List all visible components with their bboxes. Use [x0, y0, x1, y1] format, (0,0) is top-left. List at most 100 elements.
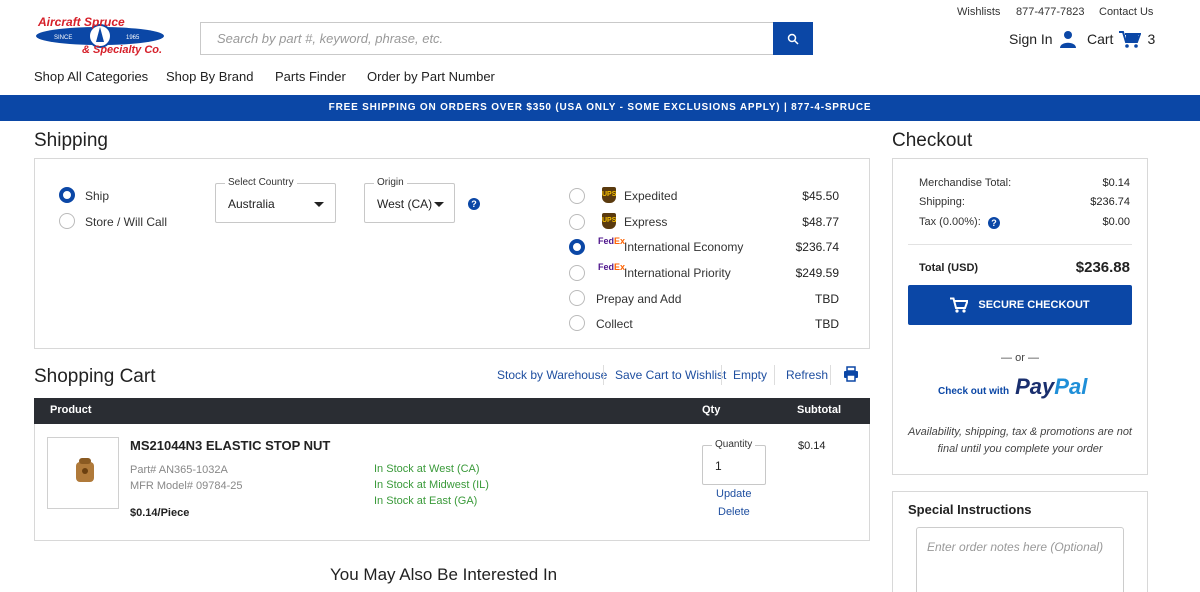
quantity-legend: Quantity	[712, 439, 756, 450]
method-name-intl-economy: International Economy	[624, 240, 744, 254]
product-image[interactable]	[47, 437, 119, 509]
item-subtotal: $0.14	[798, 440, 826, 452]
nav-parts-finder[interactable]: Parts Finder	[275, 69, 346, 84]
method-radio-intl-economy[interactable]	[569, 239, 585, 255]
country-legend: Select Country	[225, 177, 297, 188]
method-price-collect: TBD	[815, 317, 839, 331]
refresh-cart-link[interactable]: Refresh	[786, 368, 828, 382]
method-name-express: Express	[624, 215, 668, 229]
method-price-intl-economy: $236.74	[795, 240, 839, 254]
cart-table-header: Product Qty Subtotal	[34, 398, 870, 424]
paypal-button[interactable]: Check out with PayPal	[938, 374, 1087, 400]
phone-number[interactable]: 877-477-7823	[1016, 6, 1085, 18]
product-name-link[interactable]: MS21044N3 ELASTIC STOP NUT	[130, 438, 330, 453]
cart-icon	[950, 297, 969, 313]
stock-midwest: In Stock at Midwest (IL)	[374, 479, 489, 491]
product-unit-price: $0.14/Piece	[130, 507, 190, 519]
checkout-title: Checkout	[892, 130, 973, 151]
ups-logo-icon: UPS	[602, 213, 616, 229]
col-qty: Qty	[702, 404, 721, 416]
cart-label: Cart	[1087, 31, 1114, 47]
method-name-prepay: Prepay and Add	[596, 292, 682, 306]
nav-shop-all-categories[interactable]: Shop All Categories	[34, 69, 148, 84]
method-radio-expedited[interactable]	[569, 188, 585, 204]
divider	[774, 365, 775, 385]
delete-button[interactable]: Delete	[718, 506, 750, 518]
origin-help-icon[interactable]: ?	[468, 198, 480, 210]
empty-cart-link[interactable]: Empty	[733, 368, 767, 382]
origin-select[interactable]: Origin West (CA)	[364, 177, 455, 223]
total-label: Total (USD)	[919, 262, 979, 274]
paypal-pay: Pay	[1015, 374, 1055, 399]
divider	[830, 365, 831, 385]
method-price-expedited: $45.50	[802, 189, 839, 203]
will-call-label: Store / Will Call	[85, 215, 168, 229]
tax-help-icon[interactable]: ?	[988, 217, 1000, 229]
method-name-collect: Collect	[596, 317, 633, 331]
site-logo[interactable]: Aircraft Spruce & Specialty Co. SINCE 19…	[34, 12, 170, 58]
fedex-logo-icon: FedEx	[598, 262, 625, 272]
paypal-pal: Pal	[1054, 374, 1088, 399]
will-call-radio[interactable]	[59, 213, 75, 229]
method-radio-collect[interactable]	[569, 315, 585, 331]
nav-shop-by-brand[interactable]: Shop By Brand	[166, 69, 253, 84]
recommendations-title: You May Also Be Interested In	[330, 565, 558, 584]
country-value: Australia	[228, 197, 275, 211]
wishlists-link[interactable]: Wishlists	[957, 6, 1000, 18]
method-name-intl-priority: International Priority	[624, 266, 731, 280]
method-price-express: $48.77	[802, 215, 839, 229]
user-icon	[1059, 31, 1076, 48]
origin-value: West (CA)	[377, 197, 433, 211]
method-radio-intl-priority[interactable]	[569, 265, 585, 281]
sign-in-link[interactable]: Sign In	[1009, 30, 1077, 48]
cart-title: Shopping Cart	[34, 366, 156, 387]
checkout-disclaimer: Availability, shipping, tax & promotions…	[908, 426, 1132, 455]
ship-radio[interactable]	[59, 187, 75, 203]
ship-label: Ship	[85, 189, 110, 203]
country-select[interactable]: Select Country Australia	[215, 177, 336, 223]
product-part-number: Part# AN365-1032A	[130, 464, 228, 476]
stock-by-warehouse-link[interactable]: Stock by Warehouse	[497, 368, 607, 382]
shipping-value: $236.74	[1090, 196, 1130, 208]
method-name-expedited: Expedited	[624, 189, 678, 203]
stock-east: In Stock at East (GA)	[374, 495, 478, 507]
col-subtotal: Subtotal	[797, 404, 841, 416]
quantity-value: 1	[715, 459, 722, 473]
update-button[interactable]: Update	[716, 488, 751, 500]
promo-banner: FREE SHIPPING ON ORDERS OVER $350 (USA O…	[0, 95, 1200, 121]
paypal-logo-icon: PayPal	[1015, 374, 1087, 400]
chevron-down-icon	[314, 202, 324, 207]
merchandise-total-label: Merchandise Total:	[919, 177, 1012, 189]
logo-line2: & Specialty Co.	[82, 44, 162, 56]
order-notes-input[interactable]: Enter order notes here (Optional)	[916, 527, 1124, 592]
search-button[interactable]	[773, 22, 813, 55]
total-value: $236.88	[1075, 259, 1130, 276]
divider	[908, 244, 1132, 245]
tax-value: $0.00	[1102, 216, 1130, 228]
tax-label: Tax (0.00%):	[919, 216, 981, 228]
fedex-fe: Fed	[598, 262, 615, 272]
quantity-input[interactable]: Quantity 1	[702, 439, 766, 485]
fedex-logo-icon: FedEx	[598, 236, 625, 246]
search-icon	[787, 33, 799, 45]
product-mfr-model: MFR Model# 09784-25	[130, 480, 243, 492]
method-radio-express[interactable]	[569, 214, 585, 230]
stock-west: In Stock at West (CA)	[374, 463, 480, 475]
secure-checkout-button[interactable]: SECURE CHECKOUT	[908, 285, 1132, 325]
cart-icon	[1119, 31, 1142, 48]
nav-order-by-part-number[interactable]: Order by Part Number	[367, 69, 495, 84]
divider	[721, 365, 722, 385]
print-button[interactable]	[843, 366, 859, 385]
method-radio-prepay[interactable]	[569, 290, 585, 306]
chevron-down-icon	[434, 202, 444, 207]
shipping-title: Shipping	[34, 130, 108, 151]
logo-year: 1965	[126, 35, 140, 41]
cart-count: 3	[1147, 31, 1156, 47]
save-to-wishlist-link[interactable]: Save Cart to Wishlist	[615, 368, 726, 382]
contact-us-link[interactable]: Contact Us	[1099, 6, 1153, 18]
search-input[interactable]: Search by part #, keyword, phrase, etc.	[200, 22, 774, 55]
secure-checkout-label: SECURE CHECKOUT	[978, 299, 1090, 311]
cart-link[interactable]: Cart 3	[1087, 30, 1155, 48]
divider	[603, 365, 604, 385]
or-divider: — or —	[1001, 352, 1039, 364]
